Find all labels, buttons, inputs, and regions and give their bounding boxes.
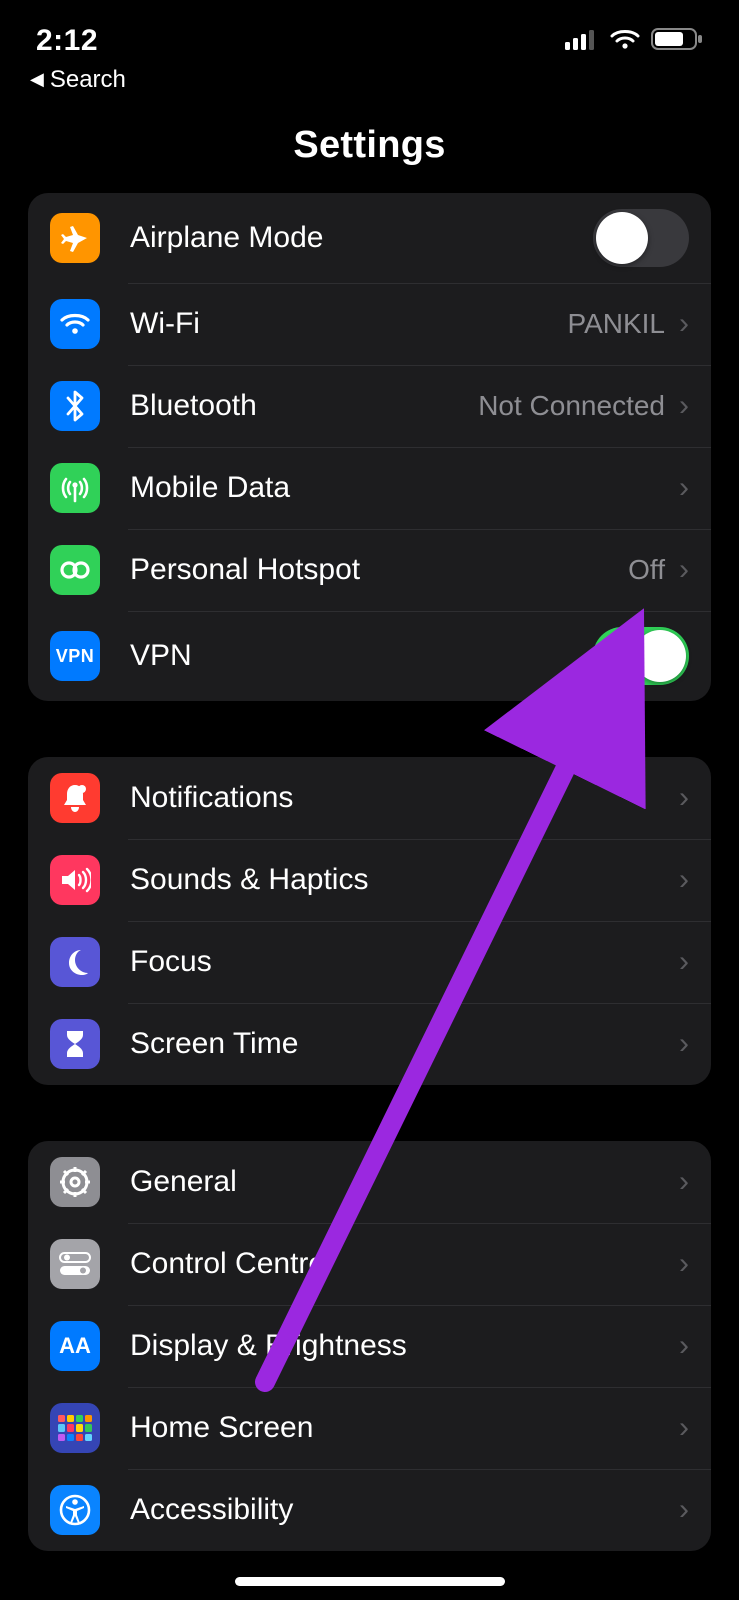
row-label: Bluetooth [130, 389, 478, 423]
row-label: General [130, 1165, 679, 1199]
settings-group-alerts: Notifications › Sounds & Haptics › Focus… [28, 757, 711, 1085]
row-label: Wi-Fi [130, 307, 567, 341]
back-search[interactable]: ◀ Search [0, 60, 739, 94]
row-notifications[interactable]: Notifications › [28, 757, 711, 839]
row-bluetooth[interactable]: Bluetooth Not Connected › [28, 365, 711, 447]
status-bar: 2:12 [0, 0, 739, 60]
settings-group-system: General › Control Centre › AA Display & … [28, 1141, 711, 1551]
row-control-centre[interactable]: Control Centre › [28, 1223, 711, 1305]
battery-icon [651, 27, 703, 56]
airplane-icon [50, 213, 100, 263]
row-label: Control Centre [130, 1247, 679, 1281]
settings-group-connectivity: Airplane Mode Wi-Fi PANKIL › Bluetooth N… [28, 193, 711, 701]
row-airplane-mode[interactable]: Airplane Mode [28, 193, 711, 283]
row-wifi[interactable]: Wi-Fi PANKIL › [28, 283, 711, 365]
wifi-icon [609, 27, 641, 56]
text-size-icon: AA [50, 1321, 100, 1371]
row-label: Home Screen [130, 1411, 679, 1445]
row-label: Mobile Data [130, 471, 679, 505]
chevron-right-icon: › [679, 863, 689, 897]
antenna-icon [50, 463, 100, 513]
chevron-right-icon: › [679, 1329, 689, 1363]
hotspot-icon [50, 545, 100, 595]
gear-icon [50, 1157, 100, 1207]
row-display-brightness[interactable]: AA Display & Brightness › [28, 1305, 711, 1387]
app-grid-icon [50, 1403, 100, 1453]
bluetooth-value: Not Connected [478, 390, 665, 422]
status-icons [565, 27, 703, 56]
row-personal-hotspot[interactable]: Personal Hotspot Off › [28, 529, 711, 611]
row-label: Sounds & Haptics [130, 863, 679, 897]
wifi-settings-icon [50, 299, 100, 349]
back-chevron-icon: ◀ [30, 69, 44, 90]
chevron-right-icon: › [679, 471, 689, 505]
moon-icon [50, 937, 100, 987]
vpn-icon: VPN [50, 631, 100, 681]
chevron-right-icon: › [679, 781, 689, 815]
chevron-right-icon: › [679, 389, 689, 423]
row-accessibility[interactable]: Accessibility › [28, 1469, 711, 1551]
row-label: Notifications [130, 781, 679, 815]
row-sounds-haptics[interactable]: Sounds & Haptics › [28, 839, 711, 921]
row-label: Accessibility [130, 1493, 679, 1527]
row-home-screen[interactable]: Home Screen › [28, 1387, 711, 1469]
title-area: Settings [0, 94, 739, 193]
row-mobile-data[interactable]: Mobile Data › [28, 447, 711, 529]
airplane-toggle[interactable] [593, 209, 689, 267]
chevron-right-icon: › [679, 307, 689, 341]
status-time: 2:12 [36, 24, 98, 58]
bluetooth-icon [50, 381, 100, 431]
row-label: Display & Brightness [130, 1329, 679, 1363]
row-label: Focus [130, 945, 679, 979]
accessibility-icon [50, 1485, 100, 1535]
vpn-toggle[interactable] [593, 627, 689, 685]
row-label: Airplane Mode [130, 221, 593, 255]
row-label: Screen Time [130, 1027, 679, 1061]
speaker-icon [50, 855, 100, 905]
home-indicator[interactable] [235, 1577, 505, 1586]
row-screen-time[interactable]: Screen Time › [28, 1003, 711, 1085]
chevron-right-icon: › [679, 1165, 689, 1199]
hotspot-value: Off [628, 554, 665, 586]
row-label: VPN [130, 639, 593, 673]
back-label: Search [50, 66, 126, 94]
row-focus[interactable]: Focus › [28, 921, 711, 1003]
cellular-icon [565, 28, 599, 55]
bell-icon [50, 773, 100, 823]
chevron-right-icon: › [679, 1411, 689, 1445]
toggles-icon [50, 1239, 100, 1289]
chevron-right-icon: › [679, 553, 689, 587]
chevron-right-icon: › [679, 1247, 689, 1281]
row-general[interactable]: General › [28, 1141, 711, 1223]
row-vpn[interactable]: VPN VPN [28, 611, 711, 701]
chevron-right-icon: › [679, 945, 689, 979]
row-label: Personal Hotspot [130, 553, 628, 587]
hourglass-icon [50, 1019, 100, 1069]
chevron-right-icon: › [679, 1493, 689, 1527]
page-title: Settings [0, 124, 739, 167]
chevron-right-icon: › [679, 1027, 689, 1061]
wifi-value: PANKIL [567, 308, 665, 340]
